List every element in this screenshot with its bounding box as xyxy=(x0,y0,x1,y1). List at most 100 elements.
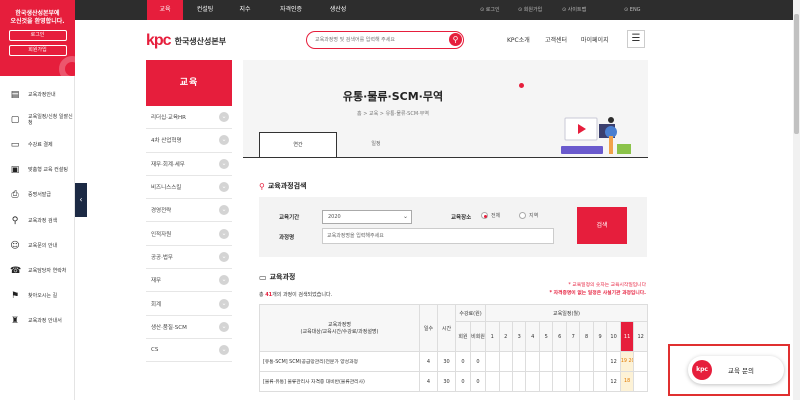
sidebar-item[interactable]: ▣ 맞춤형 교육 컨설팅 xyxy=(0,158,75,183)
month-header: 12 xyxy=(633,321,648,352)
util-join[interactable]: ⊙ 회원가입 xyxy=(518,0,542,20)
search-icon: ⚲ xyxy=(11,215,19,226)
keyword-label: 과정명 xyxy=(279,235,295,241)
category-item[interactable]: 재무·회계·세무 ⌄ xyxy=(146,153,232,176)
chevron-down-icon: ⌄ xyxy=(219,158,229,169)
sidebar-item[interactable]: ☎ 교육담당자 연락처 xyxy=(0,258,75,283)
top-tab-index[interactable]: 지수 xyxy=(227,0,263,20)
sidebar-item[interactable]: ▭ 수강료 결제 xyxy=(0,132,75,157)
course-title-link[interactable]: [유통·SCM] SCM(공급망관리)전문가 양성과정 xyxy=(259,351,420,372)
chevron-left-icon: ‹ xyxy=(79,195,83,204)
place-radio-region[interactable]: 지역 xyxy=(519,212,538,219)
month-header: 6 xyxy=(552,321,567,352)
category-item[interactable]: 회계 ⌄ xyxy=(146,292,232,316)
top-navigation-bar: 교육 컨설팅 지수 자격인증 생산성 ⊙ 로그인 ⊙ 회원가입 ⊙ 사이트맵 ⊙… xyxy=(75,0,800,20)
document-icon: ▢ xyxy=(10,114,20,125)
menu-hamburger-icon[interactable]: ☰ xyxy=(627,30,645,48)
sidebar-item[interactable]: ▢ 교육일정/신청 일괄신청 xyxy=(0,107,75,132)
chevron-down-icon: ⌄ xyxy=(402,213,408,220)
sidebar-item[interactable]: ⎙ 증명서발급 xyxy=(0,183,75,208)
decorative-ring xyxy=(59,56,75,76)
top-tab-productivity[interactable]: 생산성 xyxy=(320,0,356,20)
result-count: 총 41개의 과정이 검색되었습니다. xyxy=(259,292,333,298)
header-link-mypage[interactable]: 마이페이지 xyxy=(581,35,609,44)
tab-divider xyxy=(243,157,648,158)
join-button[interactable]: 회원가입 xyxy=(8,45,67,56)
category-item[interactable]: 경영전략 ⌄ xyxy=(146,199,232,223)
year-select[interactable]: 2020 ⌄ xyxy=(322,210,412,224)
category-item[interactable]: 비즈니스스킬 ⌄ xyxy=(146,176,232,200)
tab-annual[interactable]: 연간 xyxy=(259,132,337,157)
month-header: 1 xyxy=(484,321,500,352)
top-tab-certification[interactable]: 자격인증 xyxy=(270,0,312,20)
col-days: 일수 xyxy=(419,304,438,352)
category-menu: 교육 리더십·교육HR ⌄ 4차 산업혁명 ⌄ 재무·회계·세무 ⌄ 비즈니스스킬 ⌄ … xyxy=(146,60,232,363)
header-link-support[interactable]: 고객센터 xyxy=(545,35,567,44)
radio-selected xyxy=(481,212,488,219)
breadcrumb: 홈 > 교육 > 유통·물류·SCM·무역 xyxy=(357,111,429,117)
inquiry-highlight-box: kpc 교육 문의 xyxy=(668,344,790,396)
category-item[interactable]: 공공·법무 ⌄ xyxy=(146,246,232,270)
keyword-input[interactable]: 교육과정명을 입력해주세요 xyxy=(322,228,554,244)
kpc-logo-icon: kpc xyxy=(692,360,712,380)
site-logo[interactable]: kpc 한국생산성본부 xyxy=(146,31,226,51)
sidebar-collapse-button[interactable]: ‹ xyxy=(75,183,87,217)
category-title: 교육 xyxy=(146,60,232,106)
course-table: 교육과정명 (교육대상/교육시간/수강료/과정설명) 일수 시간 수강료(원) … xyxy=(259,304,648,392)
chevron-down-icon: ⌄ xyxy=(219,228,229,239)
note-start-date: * 교육일정의 숫자는 교육시작일입니다 xyxy=(568,283,646,288)
period-label: 교육기간 xyxy=(279,215,300,221)
chevron-down-icon: ⌄ xyxy=(219,345,229,356)
certificate-icon: ♜ xyxy=(10,316,20,327)
sidebar-item[interactable]: ♜ 교육과정 안내서 xyxy=(0,309,75,334)
laptop-icon: ▣ xyxy=(10,165,20,176)
schedule-date[interactable]: 19 20 xyxy=(619,351,635,372)
sidebar-item[interactable]: ⚑ 찾아오시는 길 xyxy=(0,284,75,309)
page-scrollbar[interactable] xyxy=(793,0,800,400)
sidebar-item[interactable]: ☺ 교육문의 안내 xyxy=(0,233,75,258)
month-header: 10 xyxy=(606,321,621,352)
kpc-logo-mark: kpc xyxy=(146,32,172,49)
place-label: 교육장소 xyxy=(451,215,472,221)
top-tab-education[interactable]: 교육 xyxy=(147,0,183,20)
scrollbar-thumb[interactable] xyxy=(794,14,799,134)
util-login[interactable]: ⊙ 로그인 xyxy=(480,0,500,20)
table-row[interactable]: [유통·SCM] SCM(공급망관리)전문가 양성과정 4 30 0 0 12 … xyxy=(259,351,648,372)
phone-icon: ☎ xyxy=(10,265,22,276)
category-item[interactable]: 생산·품질·SCM ⌄ xyxy=(146,316,232,339)
util-sitemap[interactable]: ⊙ 사이트맵 xyxy=(562,0,586,20)
search-icon[interactable]: ⚲ xyxy=(449,33,462,46)
site-search-input[interactable] xyxy=(315,35,445,45)
card-icon: ▭ xyxy=(10,139,20,150)
map-pin-icon: ⚑ xyxy=(10,291,20,302)
month-header-current: 11 xyxy=(619,321,635,352)
login-button[interactable]: 로그인 xyxy=(8,30,67,41)
header-link-about[interactable]: KPC소개 xyxy=(507,35,530,44)
month-header: 8 xyxy=(579,321,594,352)
tab-schedule[interactable]: 일정 xyxy=(337,132,415,157)
category-item[interactable]: 리더십·교육HR ⌄ xyxy=(146,106,232,130)
category-item[interactable]: CS ⌄ xyxy=(146,339,232,363)
col-schedule: 교육일정(월) xyxy=(485,304,648,322)
schedule-date[interactable]: 12 xyxy=(606,371,621,392)
schedule-date[interactable]: 18 xyxy=(619,371,635,392)
col-course: 교육과정명 (교육대상/교육시간/수강료/과정설명) xyxy=(259,304,420,352)
inquiry-label: 교육 문의 xyxy=(728,367,754,375)
table-row[interactable]: [물류·유통] 물류관리사 자격증 대비반(물류관리사) 4 30 0 0 12… xyxy=(259,371,648,392)
place-radio-all[interactable]: 전체 xyxy=(481,212,500,219)
classroom-illustration xyxy=(561,117,631,154)
sidebar-item[interactable]: ⚲ 교육과정 검색 xyxy=(0,208,75,233)
course-title-link[interactable]: [물류·유통] 물류관리사 자격증 대비반(물류관리사) xyxy=(259,371,420,392)
sidebar-item[interactable]: ▤ 교육과정안내 xyxy=(0,82,75,107)
chevron-down-icon: ⌄ xyxy=(219,321,229,332)
category-item[interactable]: 4차 산업혁명 ⌄ xyxy=(146,129,232,153)
util-english[interactable]: ⊙ ENG xyxy=(624,0,641,20)
top-tab-consulting[interactable]: 컨설팅 xyxy=(187,0,223,20)
site-search: ⚲ xyxy=(306,31,464,49)
chevron-down-icon: ⌄ xyxy=(219,182,229,193)
category-item[interactable]: 인적자원 ⌄ xyxy=(146,222,232,246)
category-item[interactable]: 재무 ⌄ xyxy=(146,269,232,293)
search-submit-button[interactable]: 검색 xyxy=(577,207,627,244)
inquiry-button[interactable]: kpc 교육 문의 xyxy=(688,356,784,384)
schedule-date[interactable]: 12 xyxy=(606,351,621,372)
